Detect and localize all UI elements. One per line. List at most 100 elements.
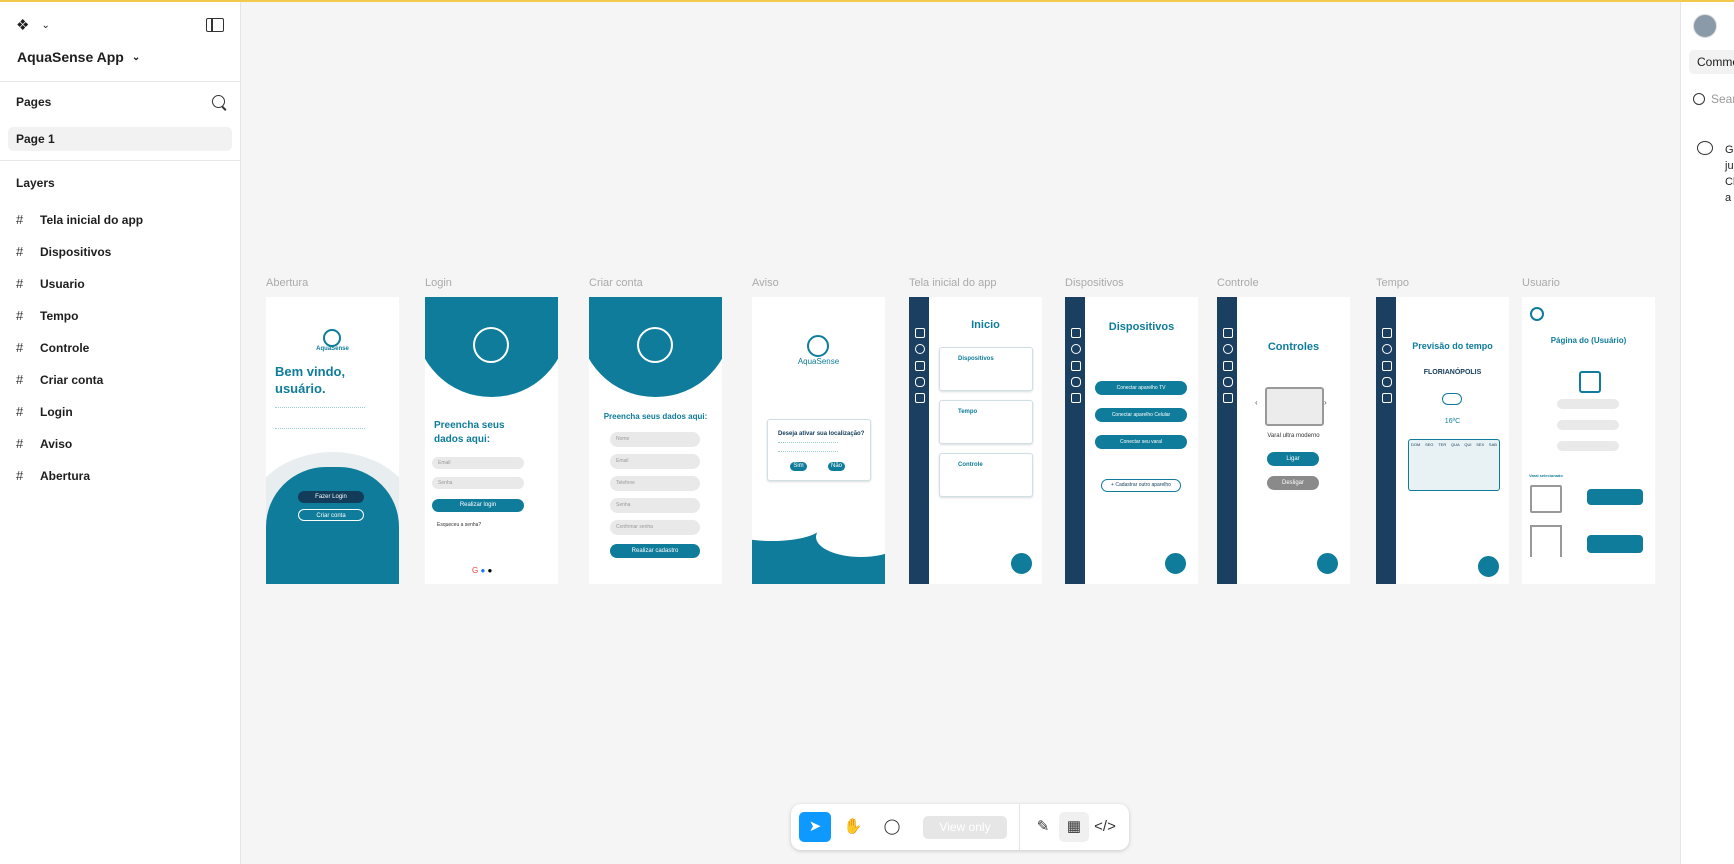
layer-item[interactable]: # Controle bbox=[16, 340, 89, 355]
home-icon[interactable] bbox=[915, 328, 925, 338]
design-mode-icon[interactable]: ▦ bbox=[1059, 812, 1089, 842]
control-icon[interactable] bbox=[1382, 393, 1392, 403]
file-title-button[interactable]: AquaSense App ⌄ bbox=[17, 49, 140, 65]
social-login-icons[interactable]: G ● ● bbox=[472, 566, 492, 575]
chevron-left-icon[interactable]: ‹ bbox=[1255, 398, 1258, 407]
cloud-icon[interactable] bbox=[1223, 377, 1233, 387]
frame-label[interactable]: Controle bbox=[1217, 277, 1259, 289]
layer-item[interactable]: # Usuario bbox=[16, 276, 85, 291]
add-device-button[interactable]: + Cadastrar outro aparelho bbox=[1101, 479, 1181, 492]
search-icon[interactable] bbox=[1693, 93, 1705, 105]
controls-title: Controles bbox=[1267, 341, 1320, 353]
control-icon[interactable] bbox=[1223, 393, 1233, 403]
forgot-password-link[interactable]: Esqueceu a senha? bbox=[437, 522, 481, 528]
turn-on-toggle[interactable]: Ligar bbox=[1267, 452, 1319, 466]
yes-button[interactable]: Sim bbox=[790, 462, 807, 471]
layer-item[interactable]: # Criar conta bbox=[16, 372, 103, 387]
frame-tempo[interactable]: Previsão do tempo FLORIANÓPOLIS 16ºC DOM… bbox=[1376, 297, 1509, 584]
layer-item[interactable]: # Tela inicial do app bbox=[16, 212, 143, 227]
layer-label: Abertura bbox=[40, 468, 91, 483]
login-button[interactable]: Fazer Login bbox=[298, 491, 364, 503]
layer-item[interactable]: # Aviso bbox=[16, 436, 72, 451]
user-icon[interactable] bbox=[1382, 344, 1392, 354]
control-icon[interactable] bbox=[915, 393, 925, 403]
frame-label[interactable]: Login bbox=[425, 277, 452, 289]
page-item[interactable]: Page 1 bbox=[8, 127, 232, 151]
home-icon[interactable] bbox=[1223, 328, 1233, 338]
submit-login-button[interactable]: Realizar login bbox=[432, 499, 524, 512]
layer-item[interactable]: # Login bbox=[16, 404, 73, 419]
confirm-password-field[interactable]: Confirmar senha bbox=[610, 520, 700, 535]
user-address-field[interactable] bbox=[1557, 441, 1619, 451]
sidebar-toggle-icon[interactable] bbox=[206, 18, 224, 32]
main-menu-button[interactable]: ❖ ⌄ bbox=[16, 16, 50, 34]
card-tempo[interactable]: Tempo bbox=[939, 400, 1033, 444]
submit-signup-button[interactable]: Realizar cadastro bbox=[610, 544, 700, 558]
connect-tv-button[interactable]: Conectar aparelho TV bbox=[1095, 381, 1187, 395]
frame-usuario[interactable]: Página do (Usuário) Varal selecionado bbox=[1522, 297, 1655, 584]
frame-controle[interactable]: Controles ‹ › Varal ultra moderno Ligar … bbox=[1217, 297, 1350, 584]
name-field[interactable]: Nome bbox=[610, 432, 700, 447]
email-field[interactable]: Email bbox=[610, 454, 700, 469]
connect-clothesline-button[interactable]: Conectar seu varal bbox=[1095, 435, 1187, 449]
hand-tool-icon[interactable]: ✋ bbox=[838, 812, 868, 842]
frame-label[interactable]: Abertura bbox=[266, 277, 308, 289]
frame-label[interactable]: Usuario bbox=[1522, 277, 1560, 289]
frame-aviso[interactable]: AquaSense Deseja ativar sua localização?… bbox=[752, 297, 885, 584]
cloud-icon[interactable] bbox=[1382, 377, 1392, 387]
bottom-toolbar: ➤ ✋ ◯ View only ✎ ▦ </> bbox=[791, 804, 1129, 850]
card-controle[interactable]: Controle bbox=[939, 453, 1033, 497]
email-field[interactable]: Email bbox=[432, 457, 524, 469]
draw-tool-icon[interactable]: ✎ bbox=[1028, 812, 1058, 842]
user-icon[interactable] bbox=[1223, 344, 1233, 354]
cloud-icon[interactable] bbox=[1071, 377, 1081, 387]
card-dispositivos[interactable]: Dispositivos bbox=[939, 347, 1033, 391]
frame-label[interactable]: Criar conta bbox=[589, 277, 643, 289]
clothesline-option-button[interactable] bbox=[1587, 489, 1643, 505]
device-icon[interactable] bbox=[1223, 361, 1233, 371]
frame-criar-conta[interactable]: Preencha seus dados aqui: Nome Email Tel… bbox=[589, 297, 722, 584]
frame-login[interactable]: Preencha seus dados aqui: Email Senha Re… bbox=[425, 297, 558, 584]
password-field[interactable]: Senha bbox=[432, 477, 524, 489]
phone-field[interactable]: Telefone bbox=[610, 476, 700, 491]
comment-tool-icon[interactable]: ◯ bbox=[877, 812, 907, 842]
search-icon[interactable] bbox=[212, 95, 225, 108]
control-icon[interactable] bbox=[1071, 393, 1081, 403]
frame-tela-inicial[interactable]: Inicio Dispositivos Tempo Controle bbox=[909, 297, 1042, 584]
clothesline-option-button[interactable] bbox=[1587, 535, 1643, 553]
password-field[interactable]: Senha bbox=[610, 498, 700, 513]
comment-search-input[interactable]: Sear bbox=[1711, 92, 1734, 106]
device-icon[interactable] bbox=[1071, 361, 1081, 371]
user-icon[interactable] bbox=[915, 344, 925, 354]
no-button[interactable]: Não bbox=[828, 462, 845, 471]
comment-preview[interactable]: GijuCla bbox=[1725, 142, 1734, 206]
user-icon[interactable] bbox=[1071, 344, 1081, 354]
frame-label[interactable]: Aviso bbox=[752, 277, 779, 289]
avatar[interactable] bbox=[1693, 14, 1717, 38]
frame-label[interactable]: Tempo bbox=[1376, 277, 1409, 289]
move-tool-icon[interactable]: ➤ bbox=[799, 812, 831, 842]
layer-item[interactable]: # Dispositivos bbox=[16, 244, 111, 259]
home-icon[interactable] bbox=[1071, 328, 1081, 338]
layer-item[interactable]: # Tempo bbox=[16, 308, 78, 323]
tab-comments[interactable]: Comme bbox=[1689, 50, 1734, 74]
frame-label[interactable]: Dispositivos bbox=[1065, 277, 1124, 289]
chevron-right-icon[interactable]: › bbox=[1324, 398, 1327, 407]
device-icon[interactable] bbox=[915, 361, 925, 371]
turn-off-toggle[interactable]: Desligar bbox=[1267, 476, 1319, 490]
aquasense-logo-icon bbox=[1165, 553, 1186, 574]
user-password-field[interactable] bbox=[1557, 420, 1619, 430]
layer-item[interactable]: # Abertura bbox=[16, 468, 90, 483]
home-icon[interactable] bbox=[1382, 328, 1392, 338]
create-account-button[interactable]: Criar conta bbox=[298, 509, 364, 521]
cloud-icon[interactable] bbox=[915, 377, 925, 387]
dev-mode-icon[interactable]: </> bbox=[1090, 812, 1120, 842]
frame-abertura[interactable]: AquaSense Bem vindo, usuário. Fazer Logi… bbox=[266, 297, 399, 584]
connect-phone-button[interactable]: Conectar aparelho Celular bbox=[1095, 408, 1187, 422]
device-icon[interactable] bbox=[1382, 361, 1392, 371]
frame-dispositivos[interactable]: Dispositivos Conectar aparelho TV Conect… bbox=[1065, 297, 1198, 584]
user-name-field[interactable] bbox=[1557, 399, 1619, 409]
comment-bubble-icon bbox=[1697, 141, 1713, 155]
frame-label[interactable]: Tela inicial do app bbox=[909, 277, 996, 289]
frame-icon: # bbox=[16, 468, 24, 483]
